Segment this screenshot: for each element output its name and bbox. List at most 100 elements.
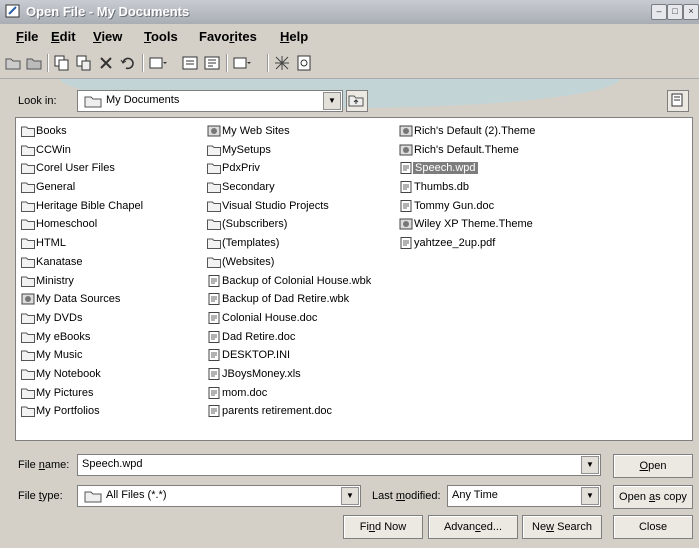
file-item-label: (Subscribers) [222,218,288,231]
look-in-dropdown[interactable]: My Documents ▼ [77,90,343,112]
folder-icon [21,406,35,418]
menu-view[interactable]: View [93,29,122,44]
folder-icon [207,182,221,194]
new-search-button[interactable]: New Search [522,515,602,539]
menu-tools[interactable]: Tools [144,29,178,44]
file-name-label: File name: [18,459,70,471]
file-item-label: Homeschool [36,218,98,231]
paste-icon[interactable] [74,53,94,73]
chevron-down-icon[interactable]: ▼ [341,487,359,505]
folder-icon [84,491,102,503]
file-name-value: Speech.wpd [82,458,143,470]
menu-favorites[interactable]: Favorites [199,29,257,44]
file-item-label: Thumbs.db [414,181,470,194]
folder-icon [84,96,102,108]
copy-icon[interactable] [52,53,72,73]
network-icon[interactable] [272,53,292,73]
details-view-icon[interactable] [180,53,200,73]
folder-icon [207,219,221,231]
folder-options-icon[interactable] [24,53,44,73]
chevron-down-icon[interactable]: ▼ [581,456,599,474]
file-item-label: My eBooks [36,330,91,343]
file-item-label: yahtzee_2up.pdf [414,237,496,250]
document-icon [208,367,220,380]
file-item-label: mom.doc [222,386,268,399]
toolbar-separator [226,54,228,72]
find-now-button[interactable]: Find Now [343,515,423,539]
document-icon [208,386,220,399]
maximize-button[interactable]: □ [667,4,683,20]
document-icon [208,330,220,343]
folder-icon [21,350,35,362]
delete-icon[interactable] [96,53,116,73]
file-item-label: Dad Retire.doc [222,330,296,343]
file-item-label: MySetups [222,143,271,156]
file-item-label: Rich's Default (2).Theme [414,125,536,137]
file-item-label: My Data Sources [36,293,121,306]
up-one-level-button[interactable] [346,90,368,112]
file-name-input[interactable]: Speech.wpd ▼ [77,454,601,476]
document-icon [208,274,220,287]
file-item-label: My Music [36,349,83,362]
new-folder-icon[interactable] [3,53,23,73]
close-window-button[interactable]: × [683,4,699,20]
close-button[interactable]: Close [613,515,693,539]
file-item-label: (Websites) [222,255,275,268]
preview-toggle-button[interactable] [667,90,689,112]
folder-icon [21,369,35,380]
menu-help[interactable]: Help [280,29,308,44]
theme-file-icon [207,125,221,137]
file-item-label: DESKTOP.INI [222,349,291,362]
folder-icon [207,163,221,175]
map-drive-icon[interactable] [294,53,314,73]
menu-edit[interactable]: Edit [51,29,76,44]
open-as-copy-button[interactable]: Open as copy [613,485,693,509]
file-item-label: Secondary [222,181,275,194]
file-item-label: Tommy Gun.doc [414,199,495,212]
last-modified-dropdown[interactable]: Any Time ▼ [447,485,601,507]
last-modified-label: Last modified: [372,490,441,502]
folder-icon [21,276,35,287]
filter-menu-icon[interactable] [232,53,252,73]
file-item-label: (Templates) [222,237,280,250]
folder-icon [21,238,35,250]
view-menu-icon[interactable] [148,53,168,73]
folder-icon [207,145,221,156]
document-icon [208,311,220,324]
undo-icon[interactable] [118,53,138,73]
minimize-button[interactable]: – [651,4,667,20]
toolbar-separator [47,54,49,72]
file-type-value: All Files (*.*) [106,489,167,501]
open-button[interactable]: Open [613,454,693,478]
file-item-label: CCWin [36,143,71,156]
toolbar-separator [267,54,269,72]
menu-bar: File Edit View Tools Favorites Help [0,24,699,48]
file-item-label: Backup of Dad Retire.wbk [222,293,350,306]
folder-icon [21,201,35,212]
file-item-label: Ministry [36,274,74,287]
preview-icon[interactable] [202,53,222,73]
document-icon [400,199,412,212]
file-type-dropdown[interactable]: All Files (*.*) ▼ [77,485,361,507]
file-list[interactable]: Books CCWin Corel User Files General Heritag… [15,117,693,441]
file-item-label: Wiley XP Theme.Theme [414,218,533,231]
file-item-label: Backup of Colonial House.wbk [222,274,372,287]
folder-icon [21,145,35,156]
theme-file-icon [399,125,413,137]
chevron-down-icon[interactable]: ▼ [581,487,599,505]
file-item-label: Heritage Bible Chapel [36,199,144,212]
advanced-button[interactable]: Advanced... [428,515,518,539]
menu-file[interactable]: File [16,29,38,44]
toolbar-separator [142,54,144,72]
file-item-label: My Notebook [36,367,101,380]
file-item-label: Kanatase [36,255,83,268]
file-item-label: Corel User Files [36,162,115,175]
chevron-down-icon[interactable]: ▼ [323,92,341,110]
up-folder-icon [348,95,364,107]
file-item-label: PdxPriv [222,162,260,175]
folder-icon [21,388,35,399]
title-bar[interactable]: Open File - My Documents – □ × [0,0,699,25]
open-file-dialog: Open File - My Documents – □ × File Edit… [0,0,699,548]
look-in-value: My Documents [106,94,180,106]
document-icon [400,162,412,175]
